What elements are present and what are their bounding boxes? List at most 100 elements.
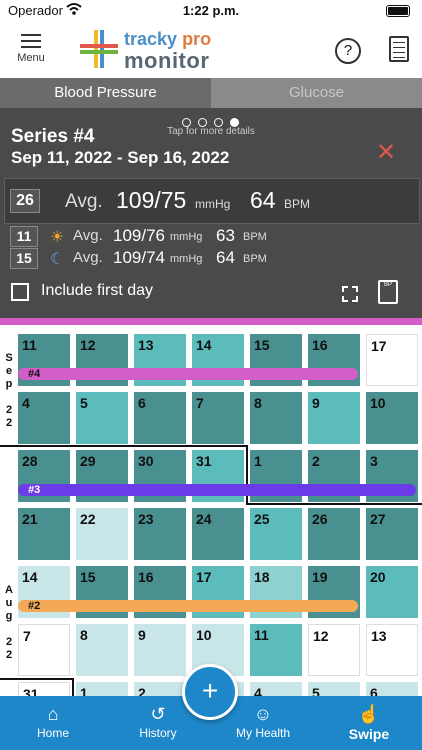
avg-label: Avg. [65, 191, 103, 212]
day-cell[interactable]: 5 [308, 682, 360, 696]
calendar-grid: S e p 2 2 A u g 2 2 11 12 13 14 15 16 17… [0, 326, 422, 696]
day-cell[interactable]: 8 [250, 392, 302, 444]
day-cell[interactable]: 6 [134, 392, 186, 444]
month-boundary-line [0, 445, 248, 447]
day-cell[interactable]: 17 [366, 334, 418, 386]
app-bar: Menu tracky pro monitor ? [0, 22, 422, 78]
day-number: 1 [80, 685, 88, 696]
expand-icon[interactable] [342, 286, 358, 302]
checkbox[interactable] [11, 283, 29, 301]
day-number: 17 [371, 338, 387, 354]
day-number: 25 [254, 511, 270, 527]
tab-blood-pressure[interactable]: Blood Pressure [0, 78, 211, 108]
day-number: 2 [312, 453, 320, 469]
day-cell[interactable]: 22 [76, 508, 128, 560]
hr-unit: BPM [284, 197, 311, 211]
series-color-bar [0, 318, 422, 325]
month-char: 2 [5, 636, 13, 648]
series-bar-4[interactable]: #4 [18, 368, 358, 380]
month-char: 2 [5, 649, 13, 661]
clock: 1:22 p.m. [182, 3, 240, 18]
day-number: 17 [196, 569, 212, 585]
brand-bottom: monitor [124, 48, 210, 73]
day-number: 7 [23, 628, 31, 644]
day-number: 5 [312, 685, 320, 696]
close-icon[interactable]: ✕ [376, 138, 396, 167]
day-hr: 63 [216, 226, 235, 245]
menu-label: Menu [17, 52, 45, 64]
day-cell[interactable]: 10 [366, 392, 418, 444]
reading-count: 26 [10, 189, 40, 213]
day-cell[interactable]: 2 [134, 682, 186, 696]
day-number: 13 [138, 337, 154, 353]
day-number: 30 [138, 453, 154, 469]
day-number: 12 [313, 628, 329, 644]
day-cell[interactable]: 9 [134, 624, 186, 676]
day-number: 11 [22, 337, 37, 353]
tab-bar: Blood Pressure Glucose [0, 78, 422, 108]
day-number: 3 [370, 453, 378, 469]
month-char: 2 [5, 417, 13, 429]
day-number: 11 [254, 627, 269, 643]
day-cell[interactable]: 6 [366, 682, 418, 696]
nav-label: Swipe [348, 726, 390, 742]
bp-unit: mmHg [170, 231, 203, 243]
day-cell[interactable]: 9 [308, 392, 360, 444]
series-bar-3[interactable]: #3 [18, 484, 416, 496]
month-gap [3, 391, 15, 404]
notes-button[interactable] [389, 36, 409, 62]
day-number: 22 [80, 511, 96, 527]
month-char: A [5, 584, 13, 596]
nav-swipe[interactable]: ☝ Swipe [327, 696, 411, 750]
day-cell[interactable]: 26 [308, 508, 360, 560]
day-cell[interactable]: 12 [308, 624, 360, 676]
day-number: 16 [138, 569, 154, 585]
night-count: 15 [10, 248, 38, 269]
avg-label: Avg. [73, 227, 103, 244]
series-summary-panel[interactable]: Tap for more details Series #4 Sep 11, 2… [0, 108, 422, 318]
series-bar-2[interactable]: #2 [18, 600, 358, 612]
day-number: 26 [312, 511, 328, 527]
avg-label: Avg. [73, 249, 103, 266]
day-cell[interactable]: 4 [18, 392, 70, 444]
day-cell[interactable]: 5 [76, 392, 128, 444]
nav-home[interactable]: ⌂ Home [11, 696, 95, 750]
day-cell[interactable]: 7 [18, 624, 70, 676]
day-number: 14 [196, 337, 212, 353]
day-cell[interactable]: 25 [250, 508, 302, 560]
series-label: #2 [28, 600, 41, 612]
night-bp: 109/74 [113, 248, 165, 267]
day-cell[interactable]: 31 [18, 682, 70, 696]
nav-label: My Health [235, 726, 291, 740]
month-char: g [5, 610, 13, 622]
day-number: 16 [312, 337, 328, 353]
day-cell[interactable]: 21 [18, 508, 70, 560]
month-char: u [5, 597, 13, 609]
day-cell[interactable]: 1 [76, 682, 128, 696]
day-cell[interactable]: 23 [134, 508, 186, 560]
month-boundary-line [0, 678, 74, 680]
night-hr: 64 [216, 248, 235, 267]
menu-button[interactable]: Menu [10, 30, 52, 72]
sun-icon: ☀ [50, 229, 65, 246]
day-count: 11 [10, 226, 38, 247]
day-cell[interactable]: 24 [192, 508, 244, 560]
day-number: 6 [138, 395, 146, 411]
help-button[interactable]: ? [335, 38, 361, 64]
report-icon[interactable]: BP [378, 280, 398, 304]
day-cell[interactable]: 20 [366, 566, 418, 618]
day-cell[interactable]: 11 [250, 624, 302, 676]
day-cell[interactable]: 4 [250, 682, 302, 696]
day-number: 8 [80, 627, 88, 643]
bp-unit: mmHg [170, 253, 203, 265]
day-cell[interactable]: 13 [366, 624, 418, 676]
day-cell[interactable]: 27 [366, 508, 418, 560]
add-reading-button[interactable]: + [182, 664, 238, 720]
day-number: 15 [254, 337, 270, 353]
hr-unit: BPM [243, 253, 267, 265]
day-cell[interactable]: 7 [192, 392, 244, 444]
series-label: #3 [28, 484, 41, 496]
day-number: 6 [370, 685, 378, 696]
tab-glucose[interactable]: Glucose [211, 78, 422, 108]
day-cell[interactable]: 8 [76, 624, 128, 676]
